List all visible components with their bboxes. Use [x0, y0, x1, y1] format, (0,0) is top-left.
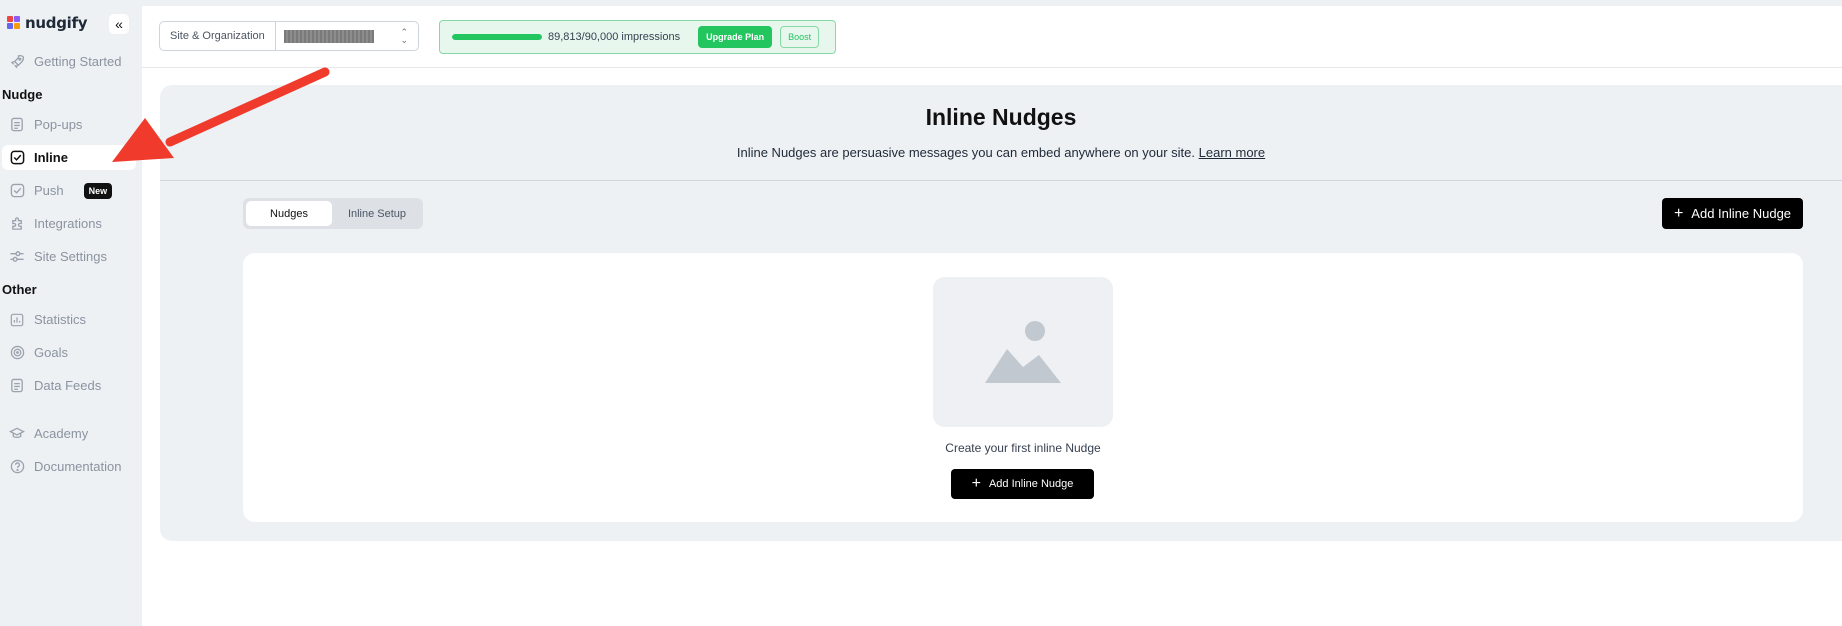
checkbox-icon [9, 183, 25, 199]
boost-button[interactable]: Boost [780, 26, 820, 48]
sidebar-item-label: Statistics [34, 312, 87, 327]
impressions-progress-bar [452, 34, 542, 40]
sidebar-item-getting-started[interactable]: Getting Started [2, 49, 136, 74]
sidebar-item-goals[interactable]: Goals [2, 340, 136, 365]
learn-more-link[interactable]: Learn more [1199, 145, 1265, 160]
sidebar-item-label: Documentation [34, 459, 122, 474]
impressions-progress-fill [452, 34, 542, 40]
chart-icon [9, 312, 25, 328]
sidebar-item-label: Pop-ups [34, 117, 83, 132]
document-icon [9, 117, 25, 133]
sidebar-item-label: Goals [34, 345, 68, 360]
document-icon [9, 378, 25, 394]
puzzle-icon [9, 216, 25, 232]
sidebar-item-popups[interactable]: Pop-ups [2, 112, 136, 137]
page-title: Inline Nudges [925, 104, 1077, 130]
checkbox-icon [9, 150, 25, 166]
empty-state-card: Create your first inline Nudge + Add Inl… [243, 253, 1803, 522]
sidebar-item-inline[interactable]: Inline [2, 145, 136, 170]
image-placeholder-icon [933, 277, 1113, 427]
target-icon [9, 345, 25, 361]
tab-nudges[interactable]: Nudges [246, 201, 332, 226]
sidebar-item-push[interactable]: Push New [2, 178, 136, 203]
sliders-icon [9, 249, 25, 265]
impressions-count: 89,813/90,000 impressions [548, 31, 681, 43]
page-subtitle: Inline Nudges are persuasive messages yo… [160, 145, 1842, 160]
logo-mark-icon [7, 16, 21, 30]
sidebar-item-site-settings[interactable]: Site Settings [2, 244, 136, 269]
topbar: Site & Organization ⌃ ⌄ 89,813/90,000 imp… [142, 6, 1842, 68]
add-button-label: Add Inline Nudge [988, 478, 1074, 490]
sidebar-item-label: Academy [34, 426, 89, 441]
subtitle-text: Inline Nudges are persuasive messages yo… [736, 145, 1196, 160]
site-select-label: Site & Organization [160, 22, 276, 50]
sidebar: nudgify « Getting Started Nudge Pop-ups … [0, 0, 142, 626]
upgrade-plan-button[interactable]: Upgrade Plan [698, 26, 773, 48]
logo[interactable]: nudgify [7, 14, 87, 32]
sidebar-item-documentation[interactable]: Documentation [2, 454, 136, 479]
sidebar-item-statistics[interactable]: Statistics [2, 307, 136, 332]
collapse-sidebar-button[interactable]: « [109, 14, 129, 34]
empty-state-text: Create your first inline Nudge [945, 441, 1101, 455]
question-circle-icon [9, 459, 25, 475]
section-heading-other: Other [2, 282, 37, 297]
sidebar-item-data-feeds[interactable]: Data Feeds [2, 373, 136, 398]
impressions-usage: 89,813/90,000 impressions Upgrade Plan B… [439, 20, 836, 54]
new-badge: New [83, 182, 113, 199]
sidebar-item-academy[interactable]: Academy [2, 421, 136, 446]
add-button-label: Add Inline Nudge [1691, 206, 1792, 221]
sidebar-item-label: Data Feeds [34, 378, 102, 393]
rocket-icon [9, 54, 25, 70]
sidebar-item-label: Getting Started [34, 54, 122, 69]
inline-nudges-panel: Inline Nudges Inline Nudges are persuasi… [160, 85, 1842, 541]
sidebar-item-label: Integrations [34, 216, 102, 231]
sidebar-item-label: Site Settings [34, 249, 107, 264]
divider [160, 180, 1842, 181]
site-organization-select[interactable]: Site & Organization ⌃ ⌄ [159, 21, 419, 51]
chevron-up-down-icon: ⌃ ⌄ [400, 27, 408, 45]
sidebar-item-label: Inline [34, 150, 68, 165]
section-heading-nudge: Nudge [2, 87, 43, 102]
plus-icon: + [971, 475, 981, 492]
tab-group: Nudges Inline Setup [243, 198, 423, 229]
sidebar-item-label: Push [34, 183, 64, 198]
graduation-cap-icon [9, 426, 25, 442]
logo-text: nudgify [25, 14, 88, 32]
plus-icon: + [1673, 204, 1684, 222]
sidebar-item-integrations[interactable]: Integrations [2, 211, 136, 236]
add-inline-nudge-empty-button[interactable]: + Add Inline Nudge [951, 469, 1094, 499]
redacted-site-name [283, 29, 374, 43]
add-inline-nudge-button[interactable]: + Add Inline Nudge [1662, 198, 1803, 229]
double-chevron-left-icon: « [115, 16, 123, 32]
tab-inline-setup[interactable]: Inline Setup [334, 201, 420, 226]
